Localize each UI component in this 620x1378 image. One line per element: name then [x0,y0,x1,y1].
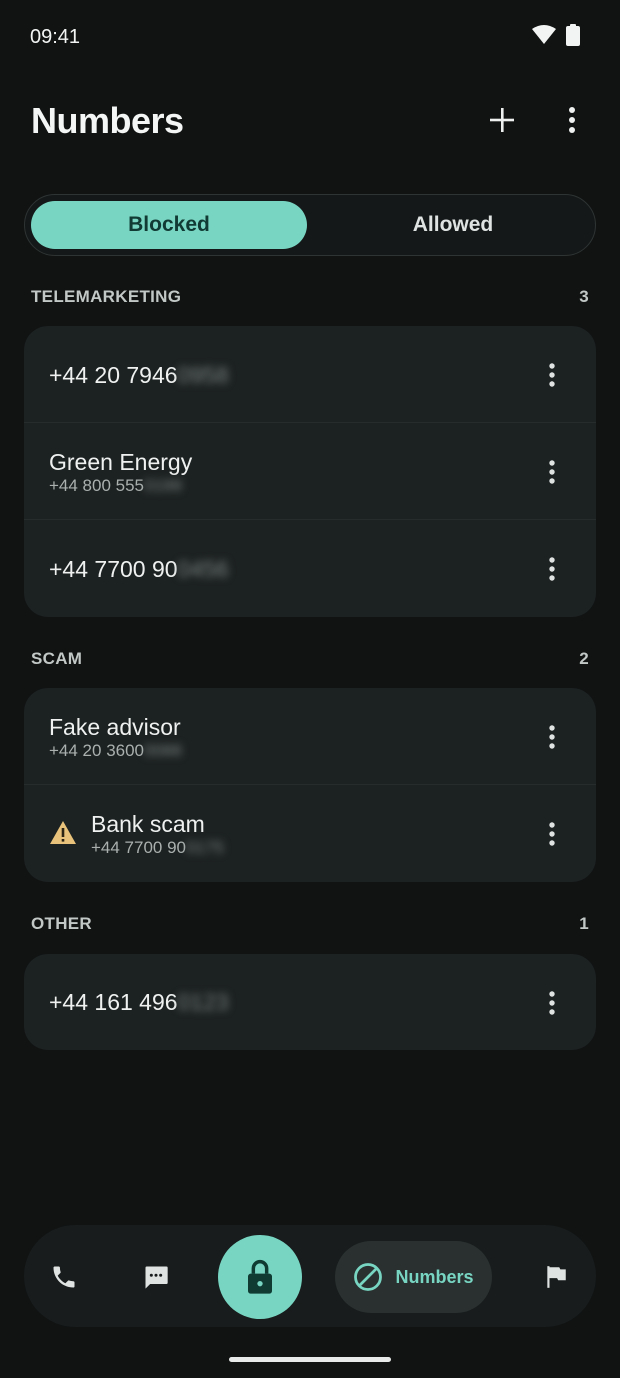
number-title: +44 161 4960123 [49,989,229,1015]
list-item[interactable]: +44 7700 900456 [24,520,596,617]
page-title: Numbers [31,100,184,141]
nav-numbers-label: Numbers [395,1266,474,1287]
row-more-button[interactable] [542,722,562,752]
wifi-icon [532,25,556,50]
redacted-digits: 0123 [177,989,229,1015]
section-header-telemarketing: TELEMARKETING 3 [31,287,589,307]
more-vert-icon [549,363,555,387]
telemarketing-card: +44 20 79460958 Green Energy +44 800 555… [24,326,596,617]
battery-icon [566,24,580,51]
row-more-button[interactable] [542,988,562,1018]
more-vert-icon [549,460,555,484]
redacted-digits: 0199 [144,475,182,495]
add-number-button[interactable] [484,100,520,144]
nav-messages[interactable] [136,1257,176,1297]
section-title: TELEMARKETING [31,287,182,306]
section-count: 1 [579,914,589,933]
more-vert-icon [549,822,555,846]
section-title: OTHER [31,914,92,933]
contact-name: Bank scam [91,810,205,837]
nav-numbers[interactable]: Numbers [335,1241,492,1313]
home-indicator[interactable] [229,1357,391,1362]
contact-number: +44 800 5550199 [49,475,182,495]
phone-icon [53,1266,75,1288]
warning-icon [49,820,77,850]
other-card: +44 161 4960123 [24,954,596,1050]
blocked-allowed-toggle: Blocked Allowed [24,194,596,256]
redacted-digits: 0088 [144,740,182,760]
section-count: 3 [579,287,589,306]
section-header-other: OTHER 1 [31,914,589,934]
more-vert-icon [549,991,555,1015]
scam-card: Fake advisor +44 20 36000088 Bank scam +… [24,688,596,882]
row-more-button[interactable] [542,554,562,584]
plus-icon [489,107,515,138]
section-title: SCAM [31,649,83,668]
row-more-button[interactable] [542,819,562,849]
redacted-digits: 0456 [177,555,229,582]
lock-icon [248,1259,272,1294]
more-options-button[interactable] [554,100,590,144]
block-icon [354,1263,383,1291]
status-icons [532,24,580,51]
nav-lock[interactable] [218,1235,302,1319]
nav-calls[interactable] [44,1257,84,1297]
list-item[interactable]: Fake advisor +44 20 36000088 [24,688,596,785]
tab-allowed[interactable]: Allowed [315,201,591,249]
more-vert-icon [568,106,576,138]
contact-number: +44 20 36000088 [49,740,182,760]
section-header-scam: SCAM 2 [31,649,589,669]
message-icon [145,1266,168,1289]
status-time: 09:41 [30,26,81,48]
flag-icon [547,1266,566,1288]
tab-blocked[interactable]: Blocked [31,201,307,249]
redacted-digits: 0175 [186,837,224,857]
list-item[interactable]: +44 20 79460958 [24,326,596,423]
contact-name: Green Energy [49,448,193,475]
more-vert-icon [549,725,555,749]
number-title: +44 20 79460958 [49,361,229,388]
header-actions [484,100,590,144]
list-item[interactable]: +44 161 4960123 [24,954,596,1050]
nav-reports[interactable] [536,1257,576,1297]
number-title: +44 7700 900456 [49,555,229,582]
more-vert-icon [549,557,555,581]
list-item[interactable]: Bank scam +44 7700 900175 [24,785,596,882]
redacted-digits: 0958 [177,361,229,388]
row-more-button[interactable] [542,457,562,487]
list-item[interactable]: Green Energy +44 800 5550199 [24,423,596,520]
status-bar: 09:41 [0,0,620,76]
row-more-button[interactable] [542,360,562,390]
contact-number: +44 7700 900175 [91,837,224,857]
section-count: 2 [579,649,589,668]
bottom-navigation: Numbers [24,1225,596,1327]
contact-name: Fake advisor [49,713,181,740]
